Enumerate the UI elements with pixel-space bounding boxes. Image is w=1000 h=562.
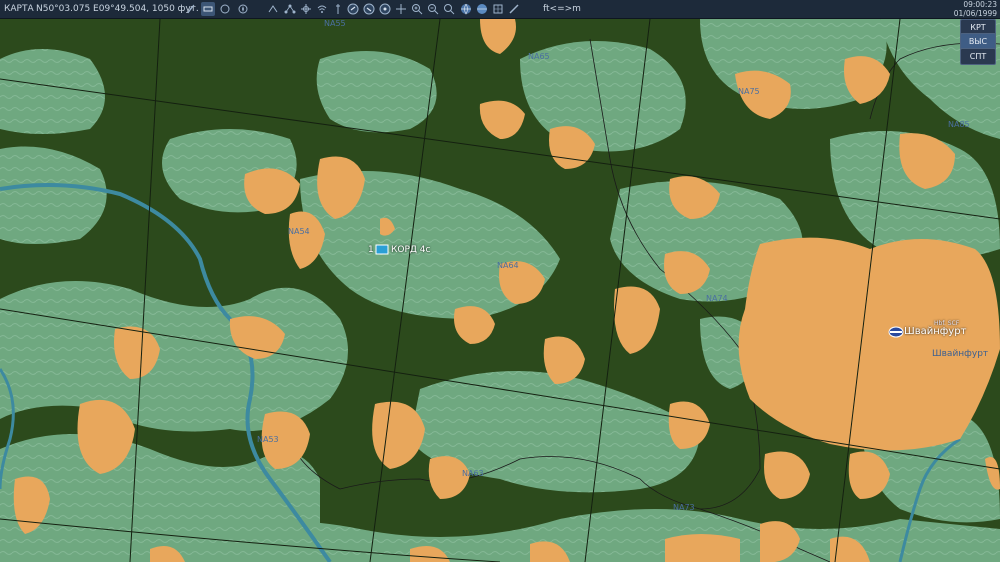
- city-map-label: Швайнфурт: [932, 349, 989, 359]
- grid-label: NA85: [948, 120, 970, 129]
- marker-icon[interactable]: [331, 2, 345, 16]
- globe2-icon[interactable]: [475, 2, 489, 16]
- unit-name[interactable]: КОРД 4с: [391, 245, 430, 255]
- coordinates-readout: N50°03.075 E09°49.504, 1050 фут.: [36, 4, 199, 14]
- grid-label: NA64: [497, 261, 519, 270]
- circle-icon[interactable]: [218, 2, 232, 16]
- grid-label: NA74: [706, 294, 728, 303]
- vehicle3-icon[interactable]: [378, 2, 392, 16]
- unit-marker[interactable]: [375, 244, 389, 255]
- layer-icon[interactable]: [201, 2, 215, 16]
- ruler-icon[interactable]: [507, 2, 521, 16]
- map-canvas[interactable]: [0, 19, 1000, 562]
- zoom-fit-icon[interactable]: [442, 2, 456, 16]
- grid-label: NA75: [738, 87, 760, 96]
- grid-label: NA53: [257, 435, 279, 444]
- wifi-icon[interactable]: [315, 2, 329, 16]
- globe-icon[interactable]: [459, 2, 473, 16]
- vehicle-icon[interactable]: [346, 2, 360, 16]
- mode-label[interactable]: КАРТА: [4, 0, 34, 18]
- vehicle2-icon[interactable]: [362, 2, 376, 16]
- crosshair-icon[interactable]: [394, 2, 408, 16]
- cursor-icon[interactable]: [184, 2, 198, 16]
- network-icon[interactable]: [283, 2, 297, 16]
- target-icon[interactable]: [299, 2, 313, 16]
- grid-label: NA63: [462, 469, 484, 478]
- city-marker[interactable]: [888, 326, 904, 338]
- unit-number: 1: [368, 245, 374, 255]
- route-icon[interactable]: [266, 2, 280, 16]
- layers-icon[interactable]: [491, 2, 505, 16]
- datetime: 09:00:23 01/06/1999: [954, 0, 997, 18]
- satellite-mode-button[interactable]: СПТ: [960, 48, 996, 65]
- date-readout: 01/06/1999: [953, 8, 997, 18]
- grid-label: NA55: [324, 19, 346, 28]
- zoom-out-icon[interactable]: [426, 2, 440, 16]
- grid-label: NA65: [528, 52, 550, 61]
- grid-label: NA54: [288, 227, 310, 236]
- top-toolbar: КАРТА N50°03.075 E09°49.504, 1050 фут. f…: [0, 0, 1000, 19]
- zoom-in-icon[interactable]: [410, 2, 424, 16]
- compass-icon[interactable]: [236, 2, 250, 16]
- city-label[interactable]: Швайнфурт: [904, 326, 966, 337]
- units-toggle[interactable]: ft<=>m: [543, 0, 581, 18]
- grid-label: NA73: [673, 503, 695, 512]
